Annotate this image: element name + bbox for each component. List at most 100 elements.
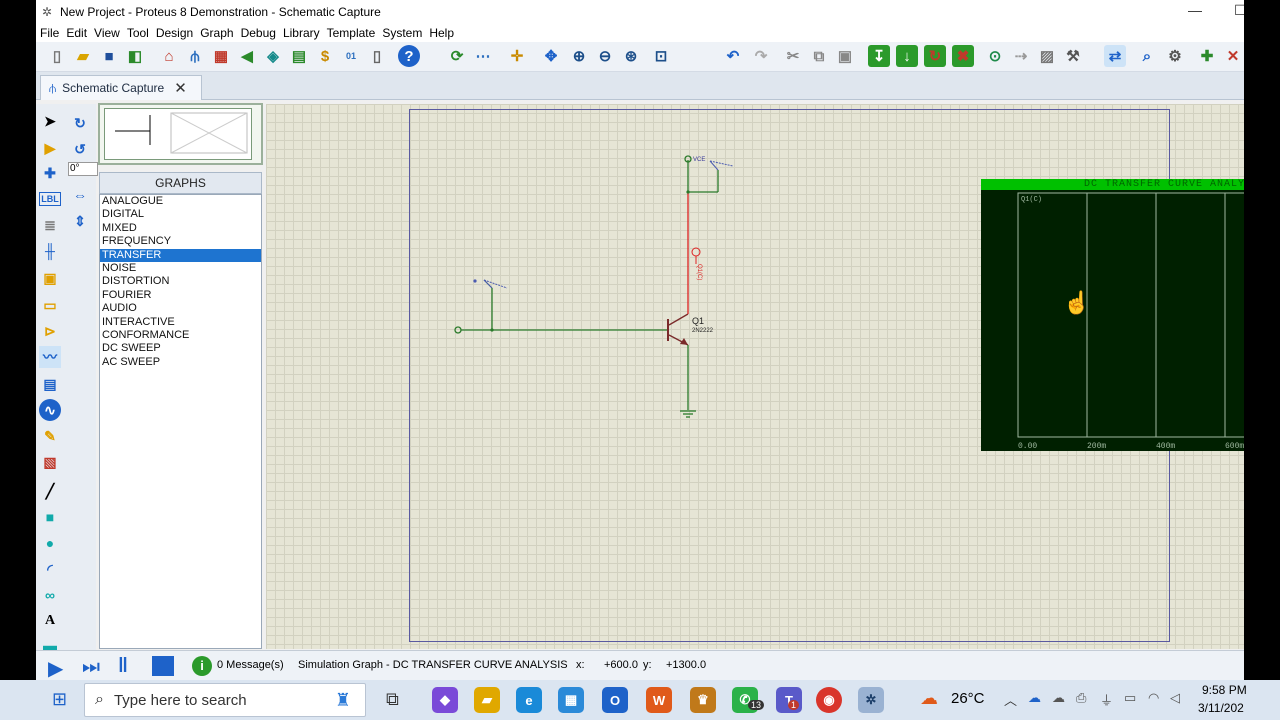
block-copy-icon[interactable]: ↧ [868,45,890,67]
circle-tool-icon[interactable]: ● [39,532,61,554]
graph-type-distortion[interactable]: DISTORTION [100,275,261,288]
menu-debug[interactable]: Debug [241,26,276,40]
pick-parts-icon[interactable]: ⊙ [984,45,1006,67]
info-icon[interactable]: i [192,656,212,676]
graph-type-frequency[interactable]: FREQUENCY [100,235,261,248]
zoom-in-icon[interactable]: ⊕ [568,45,590,67]
tray-chevron-icon[interactable]: ︿ [1004,690,1017,709]
menu-graph[interactable]: Graph [200,26,233,40]
notes-icon[interactable]: ▯ [366,45,388,67]
meet-now-icon[interactable]: ⎙ [1076,690,1086,706]
text-tool-icon[interactable]: A [39,610,61,632]
menu-file[interactable]: File [40,26,59,40]
graph-type-analogue[interactable]: ANALOGUE [100,195,261,208]
weather-temp[interactable]: 26°C [951,690,985,707]
outlook-icon[interactable]: O [602,687,628,713]
graph-type-fourier[interactable]: FOURIER [100,289,261,302]
generator-mode-icon[interactable]: ∿ [39,399,61,421]
menu-edit[interactable]: Edit [66,26,87,40]
windows-start-icon[interactable]: ⊞ [52,689,67,710]
menu-design[interactable]: Design [156,26,193,40]
play-icon[interactable]: ▶ [48,656,63,680]
origin-icon[interactable]: ✛ [506,45,528,67]
property-tool-icon[interactable]: ⚙ [1164,45,1186,67]
zoom-area-icon[interactable]: ⊡ [650,45,672,67]
step-icon[interactable]: ⏭ [82,656,100,679]
schematic-canvas[interactable]: VCE Q1 2N2222 Q1(C) DC TRANSFER CURVE AN… [266,104,1244,649]
save-icon[interactable]: ■ [98,45,120,67]
packaging-tool-icon[interactable]: ▨ [1036,45,1058,67]
menu-view[interactable]: View [94,26,120,40]
line-tool-icon[interactable]: ╱ [39,480,61,502]
zoom-out-icon[interactable]: ⊖ [594,45,616,67]
minimize-button[interactable]: — [1188,2,1202,18]
refresh-icon[interactable]: ⟳ [446,45,468,67]
office-icon[interactable]: W [646,687,672,713]
wire-autorouter-icon[interactable]: ⇄ [1104,45,1126,67]
probe-mode-icon[interactable]: ✎ [39,425,61,447]
cloud-icon[interactable]: ☁ [1052,690,1065,706]
game-app-icon[interactable]: ♛ [690,687,716,713]
graph-type-ac-sweep[interactable]: AC SWEEP [100,356,261,369]
pcb-icon[interactable]: ▦ [210,45,232,67]
store-icon[interactable]: ▦ [558,687,584,713]
grid-toggle-icon[interactable]: ⋯ [472,45,494,67]
junction-mode-icon[interactable]: ✚ [39,162,61,184]
cut-icon[interactable]: ✂ [782,45,804,67]
menu-help[interactable]: Help [429,26,454,40]
graph-type-transfer[interactable]: TRANSFER [100,248,261,262]
proteus-taskbar-icon[interactable]: ✲ [858,687,884,713]
graph-type-interactive[interactable]: INTERACTIVE [100,316,261,329]
copy-icon[interactable]: ⧉ [808,45,830,67]
paste-icon[interactable]: ▣ [834,45,856,67]
overview-window[interactable] [98,103,263,165]
3d-view-icon[interactable]: ◈ [262,45,284,67]
task-view-icon[interactable]: ⧉ [386,689,399,710]
subcircuit-mode-icon[interactable]: ▣ [39,267,61,289]
schematic-icon[interactable]: ⫛ [184,45,206,67]
graph-type-dc-sweep[interactable]: DC SWEEP [100,342,261,355]
tab-schematic-capture[interactable]: ⫛ Schematic Capture ✕ [40,75,202,100]
component-mode-icon[interactable]: ▶ [39,137,61,159]
rotate-clockwise-icon[interactable]: ↻ [69,112,91,134]
arc-tool-icon[interactable]: ◜ [39,558,61,580]
undo-icon[interactable]: ↶ [722,45,744,67]
make-device-icon[interactable]: ⇢ [1010,45,1032,67]
terminals-mode-icon[interactable]: ▭ [39,294,61,316]
cost-icon[interactable]: $ [314,45,336,67]
transfer-graph[interactable]: DC TRANSFER CURVE ANALYSIS 0.00200m400m6… [981,179,1244,451]
current-probe[interactable] [691,247,701,257]
import-icon[interactable]: ◧ [124,45,146,67]
graph-type-conformance[interactable]: CONFORMANCE [100,329,261,342]
menu-tool[interactable]: Tool [127,26,149,40]
wire-label-mode-icon[interactable]: LBL [39,192,61,206]
menu-template[interactable]: Template [327,26,376,40]
wifi-icon[interactable]: ◠ [1148,690,1159,706]
open-folder-icon[interactable]: ▰ [72,45,94,67]
zoom-all-icon[interactable]: ⊛ [620,45,642,67]
bom-icon[interactable]: ▤ [288,45,310,67]
buses-mode-icon[interactable]: ╫ [39,240,61,262]
source-code-icon[interactable]: 01 [340,45,362,67]
clock-time[interactable]: 9:58 PM [1202,683,1247,697]
tab-close-icon[interactable]: ✕ [174,79,187,97]
message-count[interactable]: 0 Message(s) [217,659,284,671]
menu-system[interactable]: System [382,26,422,40]
mirror-horizontal-icon[interactable]: ⇔ [69,184,91,206]
redo-icon[interactable]: ↷ [750,45,772,67]
home-icon[interactable]: ⌂ [158,45,180,67]
onedrive-icon[interactable]: ☁ [1028,690,1041,706]
graph-mode-icon[interactable]: 〰 [39,346,61,368]
help-icon[interactable]: ? [398,45,420,67]
menu-library[interactable]: Library [283,26,320,40]
block-move-icon[interactable]: ↓ [896,45,918,67]
rotation-angle-field[interactable]: 0° [68,162,98,176]
gerber-icon[interactable]: ◀ [236,45,258,67]
new-sheet-icon[interactable]: ✚ [1196,45,1218,67]
search-tag-icon[interactable]: ⌕ [1136,45,1158,67]
edge-icon[interactable]: e [516,687,542,713]
copilot-icon[interactable]: ◆ [432,687,458,713]
box-tool-icon[interactable]: ■ [39,506,61,528]
maximize-button[interactable]: ☐ [1234,2,1244,19]
graph-type-mixed[interactable]: MIXED [100,222,261,235]
